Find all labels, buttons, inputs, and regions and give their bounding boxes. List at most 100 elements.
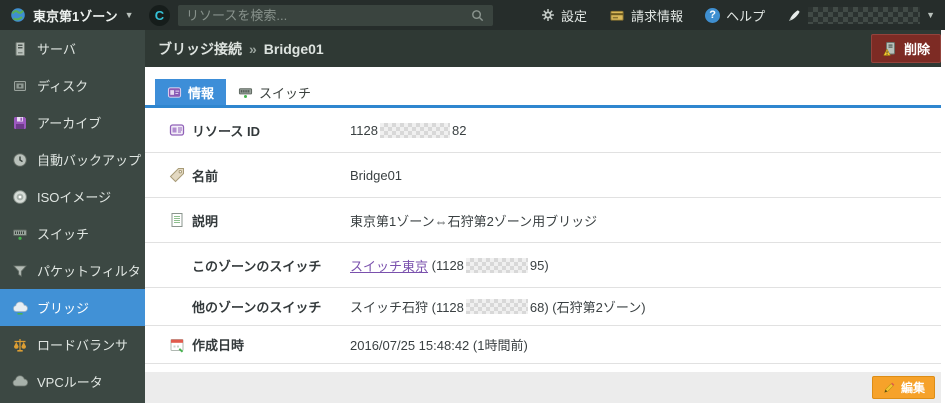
switch-icon bbox=[12, 226, 28, 242]
row-value: 1128 82 bbox=[350, 123, 466, 138]
sidebar-item-label: VPCルータ bbox=[37, 372, 103, 391]
search-box[interactable] bbox=[178, 5, 493, 26]
iso-disc-icon bbox=[12, 189, 28, 205]
tab-switch[interactable]: スイッチ bbox=[226, 79, 323, 105]
tab-switch-label: スイッチ bbox=[259, 83, 311, 102]
search-icon bbox=[470, 8, 485, 23]
sidebar-item-disk[interactable]: ディスク bbox=[0, 67, 145, 104]
row-resource-id: リソース ID 1128 82 bbox=[145, 108, 941, 153]
sidebar-item-label: ディスク bbox=[37, 76, 88, 95]
calendar-icon bbox=[169, 337, 185, 353]
sidebar-item-label: ISOイメージ bbox=[37, 187, 111, 206]
refresh-button[interactable] bbox=[149, 5, 170, 26]
sidebar-item-archive[interactable]: アーカイブ bbox=[0, 104, 145, 141]
sidebar-item-label: スイッチ bbox=[37, 224, 89, 243]
sidebar: サーバ ディスク アーカイブ 自動バックアップ ISOイメージ bbox=[0, 30, 145, 403]
sidebar-item-label: サーバ bbox=[37, 39, 76, 58]
created-at-value: 2016/07/25 15:48:42 (1時間前) bbox=[350, 335, 528, 354]
name-tag-icon bbox=[169, 167, 185, 183]
help-label: ヘルプ bbox=[726, 6, 765, 25]
description-notepad-icon bbox=[169, 212, 185, 228]
chevron-down-icon: ▼ bbox=[125, 10, 134, 20]
chevron-down-icon: ▼ bbox=[926, 10, 935, 20]
topbar: 東京第1ゾーン ▼ 設定 請求情報 ヘルプ bbox=[0, 0, 945, 30]
billing-label: 請求情報 bbox=[631, 6, 683, 25]
row-label: リソース ID bbox=[192, 121, 260, 140]
edit-button[interactable]: 編集 bbox=[872, 376, 935, 399]
settings-label: 設定 bbox=[561, 6, 587, 25]
sidebar-item-iso-image[interactable]: ISOイメージ bbox=[0, 178, 145, 215]
pen-icon bbox=[787, 8, 802, 23]
sidebar-item-bridge[interactable]: ブリッジ bbox=[0, 289, 145, 326]
row-label-group: 作成日時 bbox=[169, 335, 350, 354]
globe-icon bbox=[10, 7, 26, 23]
load-balancer-scales-icon bbox=[12, 337, 28, 353]
user-menu[interactable]: ▼ bbox=[787, 7, 935, 24]
row-other-zone-switch: 他のゾーンのスイッチ スイッチ石狩 (1128 68) (石狩第2ゾーン) bbox=[145, 288, 941, 326]
icon-placeholder bbox=[169, 299, 185, 315]
user-name-redacted bbox=[808, 7, 920, 24]
row-label-group: リソース ID bbox=[169, 121, 350, 140]
filter-funnel-icon bbox=[12, 263, 28, 279]
delete-button-label: 削除 bbox=[904, 39, 930, 58]
zone-selector[interactable]: 東京第1ゾーン ▼ bbox=[0, 6, 145, 25]
resource-id-suffix: 82 bbox=[452, 123, 466, 138]
sidebar-item-label: 自動バックアップ bbox=[37, 150, 141, 169]
vpc-cloud-icon bbox=[12, 374, 28, 390]
sidebar-item-vpc-router[interactable]: VPCルータ bbox=[0, 363, 145, 400]
switch-tokyo-link[interactable]: スイッチ東京 bbox=[350, 256, 428, 275]
sidebar-item-label: ロードバランサ bbox=[37, 335, 128, 354]
pencil-icon bbox=[882, 381, 896, 395]
help-menu-item[interactable]: ヘルプ bbox=[705, 6, 765, 25]
row-this-zone-switch: このゾーンのスイッチ スイッチ東京 (1128 95) bbox=[145, 243, 941, 288]
sidebar-item-auto-backup[interactable]: 自動バックアップ bbox=[0, 141, 145, 178]
row-value: 東京第1ゾーン⇔石狩第2ゾーン用ブリッジ bbox=[350, 211, 597, 230]
row-description: 説明 東京第1ゾーン⇔石狩第2ゾーン用ブリッジ bbox=[145, 198, 941, 243]
switch-icon bbox=[238, 85, 253, 100]
info-card-icon bbox=[167, 85, 182, 100]
switch-id-suffix: 95) bbox=[530, 258, 549, 273]
sidebar-item-label: パケットフィルタ bbox=[37, 261, 141, 280]
tab-bar: 情報 スイッチ bbox=[145, 79, 941, 108]
delete-server-warning-icon bbox=[882, 41, 898, 57]
content-header: ブリッジ接続 » Bridge01 削除 bbox=[145, 30, 941, 67]
row-label: 名前 bbox=[192, 166, 218, 185]
sidebar-item-server[interactable]: サーバ bbox=[0, 30, 145, 67]
tab-info-label: 情報 bbox=[188, 83, 214, 102]
edit-button-label: 編集 bbox=[901, 379, 925, 396]
search-input[interactable] bbox=[186, 8, 470, 23]
backup-clock-icon bbox=[12, 152, 28, 168]
bridge-icon bbox=[12, 300, 28, 316]
description-value: 東京第1ゾーン⇔石狩第2ゾーン用ブリッジ bbox=[350, 211, 597, 230]
billing-icon bbox=[609, 8, 625, 23]
tab-info[interactable]: 情報 bbox=[155, 79, 226, 105]
sidebar-item-packet-filter[interactable]: パケットフィルタ bbox=[0, 252, 145, 289]
breadcrumb-section: ブリッジ接続 bbox=[158, 39, 242, 59]
delete-button[interactable]: 削除 bbox=[871, 34, 941, 63]
gear-icon bbox=[541, 8, 555, 22]
zone-label: 東京第1ゾーン bbox=[33, 6, 118, 25]
row-label: 作成日時 bbox=[192, 335, 244, 354]
breadcrumb-separator: » bbox=[249, 41, 257, 57]
row-label-group: 説明 bbox=[169, 211, 350, 230]
row-value: スイッチ石狩 (1128 68) (石狩第2ゾーン) bbox=[350, 297, 646, 316]
other-switch-suffix: 68) (石狩第2ゾーン) bbox=[530, 297, 646, 316]
row-label-group: 他のゾーンのスイッチ bbox=[169, 297, 350, 316]
row-value: 2016/07/25 15:48:42 (1時間前) bbox=[350, 335, 528, 354]
redacted-block bbox=[466, 258, 528, 273]
row-label: このゾーンのスイッチ bbox=[192, 256, 321, 275]
help-icon bbox=[705, 8, 720, 23]
row-value: スイッチ東京 (1128 95) bbox=[350, 256, 549, 275]
sidebar-item-load-balancer[interactable]: ロードバランサ bbox=[0, 326, 145, 363]
server-icon bbox=[12, 41, 28, 57]
name-value: Bridge01 bbox=[350, 168, 402, 183]
billing-menu-item[interactable]: 請求情報 bbox=[609, 6, 683, 25]
other-switch-prefix: スイッチ石狩 (1128 bbox=[350, 297, 464, 316]
disk-icon bbox=[12, 78, 28, 94]
sidebar-item-switch[interactable]: スイッチ bbox=[0, 215, 145, 252]
row-created-at: 作成日時 2016/07/25 15:48:42 (1時間前) bbox=[145, 326, 941, 364]
footer-bar: 編集 bbox=[145, 372, 941, 403]
redacted-block bbox=[466, 299, 528, 314]
sidebar-item-label: アーカイブ bbox=[37, 113, 101, 132]
settings-menu-item[interactable]: 設定 bbox=[541, 6, 587, 25]
